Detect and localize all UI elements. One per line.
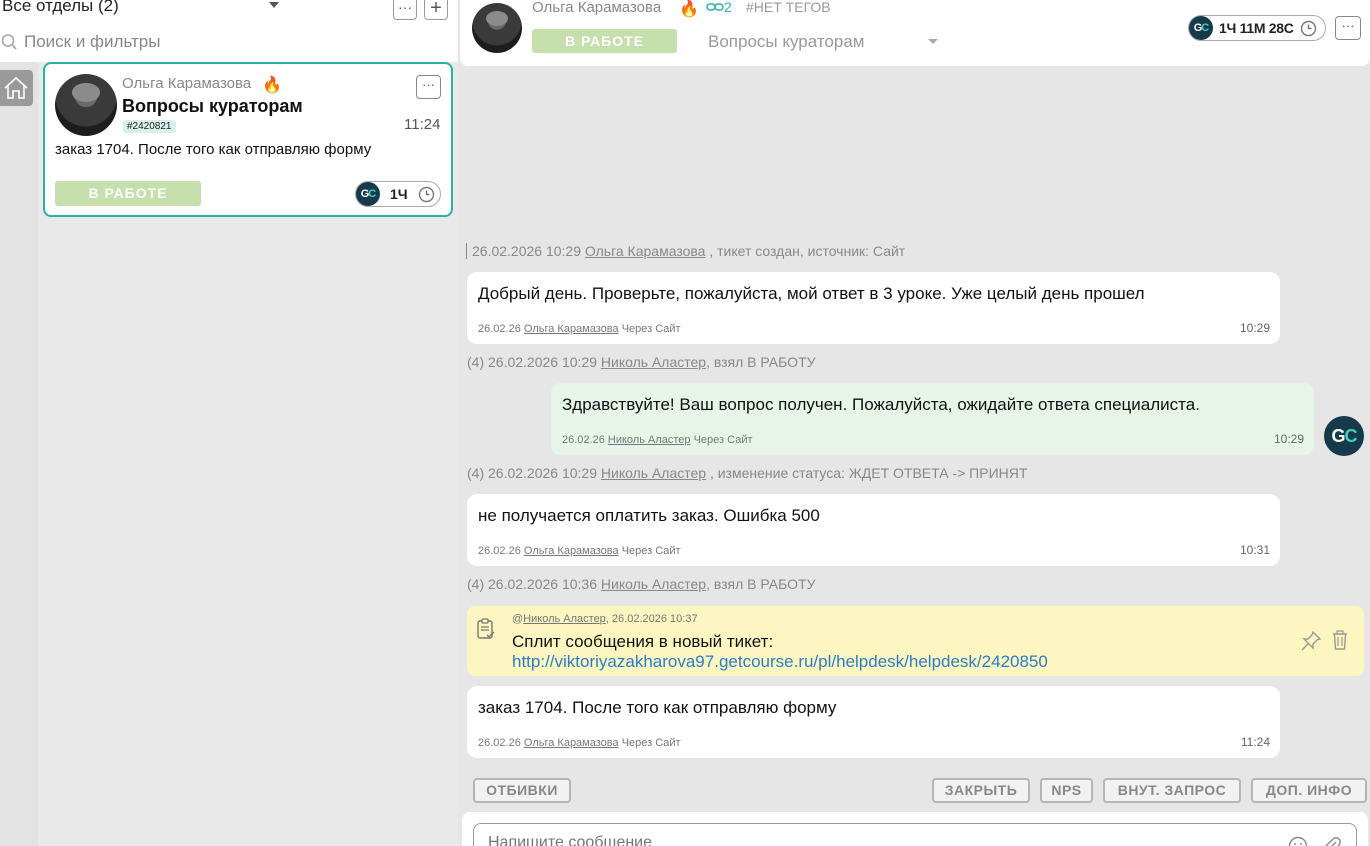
- status-badge: В РАБОТЕ: [55, 181, 201, 206]
- clock-icon: [1300, 20, 1316, 36]
- operator-avatar: GC: [1324, 416, 1364, 456]
- chevron-down-icon[interactable]: [928, 39, 938, 44]
- flame-icon: 🔥: [679, 1, 699, 18]
- system-event: (4) 26.02.2026 10:29 Николь Аластер , из…: [467, 465, 1028, 481]
- paperclip-icon[interactable]: [1322, 836, 1342, 846]
- user-link[interactable]: Ольга Карамазова: [524, 545, 619, 557]
- header-more-button[interactable]: ···: [1335, 16, 1361, 40]
- user-link[interactable]: Ольга Карамазова: [524, 323, 619, 335]
- ticket-view: Ольга Карамазова 🔥 2 #НЕТ ТЕГОВ В РАБОТЕ…: [458, 0, 1370, 846]
- pin-icon[interactable]: [1300, 630, 1322, 652]
- timer-value: 1Ч: [390, 186, 408, 202]
- user-link[interactable]: Николь Аластер: [601, 576, 706, 592]
- ticket-time: 11:24: [404, 116, 441, 133]
- timer-value: 1Ч 11М 28С: [1219, 20, 1294, 36]
- tags-label[interactable]: #НЕТ ТЕГОВ: [746, 0, 831, 15]
- home-icon: [4, 76, 28, 99]
- ticket-id-badge: #2420821: [123, 120, 176, 133]
- message-meta: 26.02.26 Ольга Карамазова Через Сайт: [478, 737, 681, 749]
- message-input[interactable]: [473, 823, 1357, 846]
- timer-badge: GC 1Ч: [355, 181, 441, 207]
- tickets-panel: Все отделы (2) ··· + Ольга Карамазова 🔥 …: [0, 0, 458, 846]
- client-message: не получается оплатить заказ. Ошибка 500…: [467, 494, 1280, 566]
- client-name[interactable]: Ольга Карамазова: [532, 0, 661, 16]
- ticket-header: Ольга Карамазова 🔥 2 #НЕТ ТЕГОВ В РАБОТЕ…: [460, 0, 1370, 66]
- add-ticket-button[interactable]: +: [424, 0, 448, 20]
- avatar: [55, 74, 117, 136]
- user-link[interactable]: Николь Аластер: [608, 434, 691, 446]
- message-time: 10:29: [1273, 432, 1304, 446]
- chevron-down-icon: [269, 2, 279, 8]
- ticket-list: Ольга Карамазова 🔥 Вопросы кураторам #24…: [38, 62, 458, 846]
- client-message: заказ 1704. После того как отправляю фор…: [467, 686, 1280, 758]
- operator-message: Здравствуйте! Ваш вопрос получен. Пожалу…: [551, 383, 1314, 455]
- user-link[interactable]: Ольга Карамазова: [585, 243, 706, 259]
- emoji-icon[interactable]: [1288, 836, 1308, 846]
- templates-button[interactable]: ОТБИВКИ: [473, 778, 571, 803]
- gc-logo: GC: [1189, 16, 1213, 40]
- linked-tickets[interactable]: 2: [706, 0, 732, 15]
- message-text: Здравствуйте! Ваш вопрос получен. Пожалу…: [562, 395, 1200, 414]
- message-meta: 26.02.26 Николь Аластер Через Сайт: [562, 434, 753, 446]
- system-event: (4) 26.02.2026 10:29 Николь Аластер, взя…: [467, 354, 816, 370]
- extra-info-button[interactable]: ДОП. ИНФО: [1251, 778, 1367, 803]
- message-text: Добрый день. Проверьте, пожалуйста, мой …: [478, 284, 1145, 303]
- timer-badge: GC 1Ч 11М 28С: [1188, 15, 1326, 41]
- internal-request-button[interactable]: ВНУТ. ЗАПРОС: [1103, 778, 1241, 803]
- department-select[interactable]: Вопросы кураторам: [708, 32, 864, 52]
- clock-icon: [418, 186, 434, 202]
- status-button[interactable]: В РАБОТЕ: [532, 29, 677, 53]
- linked-count: 2: [724, 0, 732, 15]
- department-label: Все отделы (2): [2, 0, 119, 15]
- message-time: 10:31: [1239, 543, 1270, 557]
- home-button[interactable]: [0, 70, 33, 106]
- note-meta: @Николь Аластер, 26.02.2026 10:37: [512, 613, 698, 625]
- department-selector[interactable]: Все отделы (2): [0, 0, 458, 22]
- ticket-preview: заказ 1704. После того как отправляю фор…: [55, 141, 372, 158]
- client-name: Ольга Карамазова: [122, 75, 252, 92]
- gc-logo: GC: [356, 182, 380, 206]
- search-bar: [0, 30, 440, 54]
- clipboard-icon: [477, 618, 495, 639]
- side-nav: [0, 62, 38, 846]
- close-ticket-button[interactable]: ЗАКРЫТЬ: [932, 778, 1030, 803]
- trash-icon[interactable]: [1331, 630, 1349, 650]
- system-event: 26.02.2026 10:29 Ольга Карамазова , тике…: [466, 243, 905, 259]
- ticket-subject: Вопросы кураторам: [122, 96, 303, 116]
- message-time: 10:29: [1239, 321, 1270, 335]
- flame-icon: 🔥: [262, 77, 282, 94]
- nps-button[interactable]: NPS: [1040, 778, 1093, 803]
- message-text: заказ 1704. После того как отправляю фор…: [478, 698, 837, 717]
- internal-note: @Николь Аластер, 26.02.2026 10:37 Сплит …: [467, 606, 1364, 676]
- note-link[interactable]: http://viktoriyazakharova97.getcourse.ru…: [512, 652, 1048, 672]
- ticket-card[interactable]: Ольга Карамазова 🔥 Вопросы кураторам #24…: [43, 62, 453, 217]
- message-time: 11:24: [1240, 735, 1270, 749]
- message-meta: 26.02.26 Ольга Карамазова Через Сайт: [478, 545, 681, 557]
- user-link[interactable]: Николь Аластер: [601, 465, 706, 481]
- user-link[interactable]: Николь Аластер: [523, 613, 606, 625]
- user-link[interactable]: Ольга Карамазова: [524, 737, 619, 749]
- message-text: не получается оплатить заказ. Ошибка 500: [478, 506, 820, 525]
- link-icon: [706, 3, 724, 11]
- client-message: Добрый день. Проверьте, пожалуйста, мой …: [467, 272, 1280, 344]
- composer: [462, 812, 1368, 846]
- avatar: [472, 3, 522, 53]
- more-button[interactable]: ···: [393, 0, 417, 20]
- system-event: (4) 26.02.2026 10:36 Николь Аластер, взя…: [467, 576, 816, 592]
- message-meta: 26.02.26 Ольга Карамазова Через Сайт: [478, 323, 681, 335]
- search-icon: [1, 34, 17, 50]
- note-text: Сплит сообщения в новый тикет:: [512, 632, 774, 651]
- user-link[interactable]: Николь Аластер: [601, 354, 706, 370]
- search-input[interactable]: [24, 30, 424, 54]
- ticket-more-button[interactable]: ···: [416, 75, 441, 99]
